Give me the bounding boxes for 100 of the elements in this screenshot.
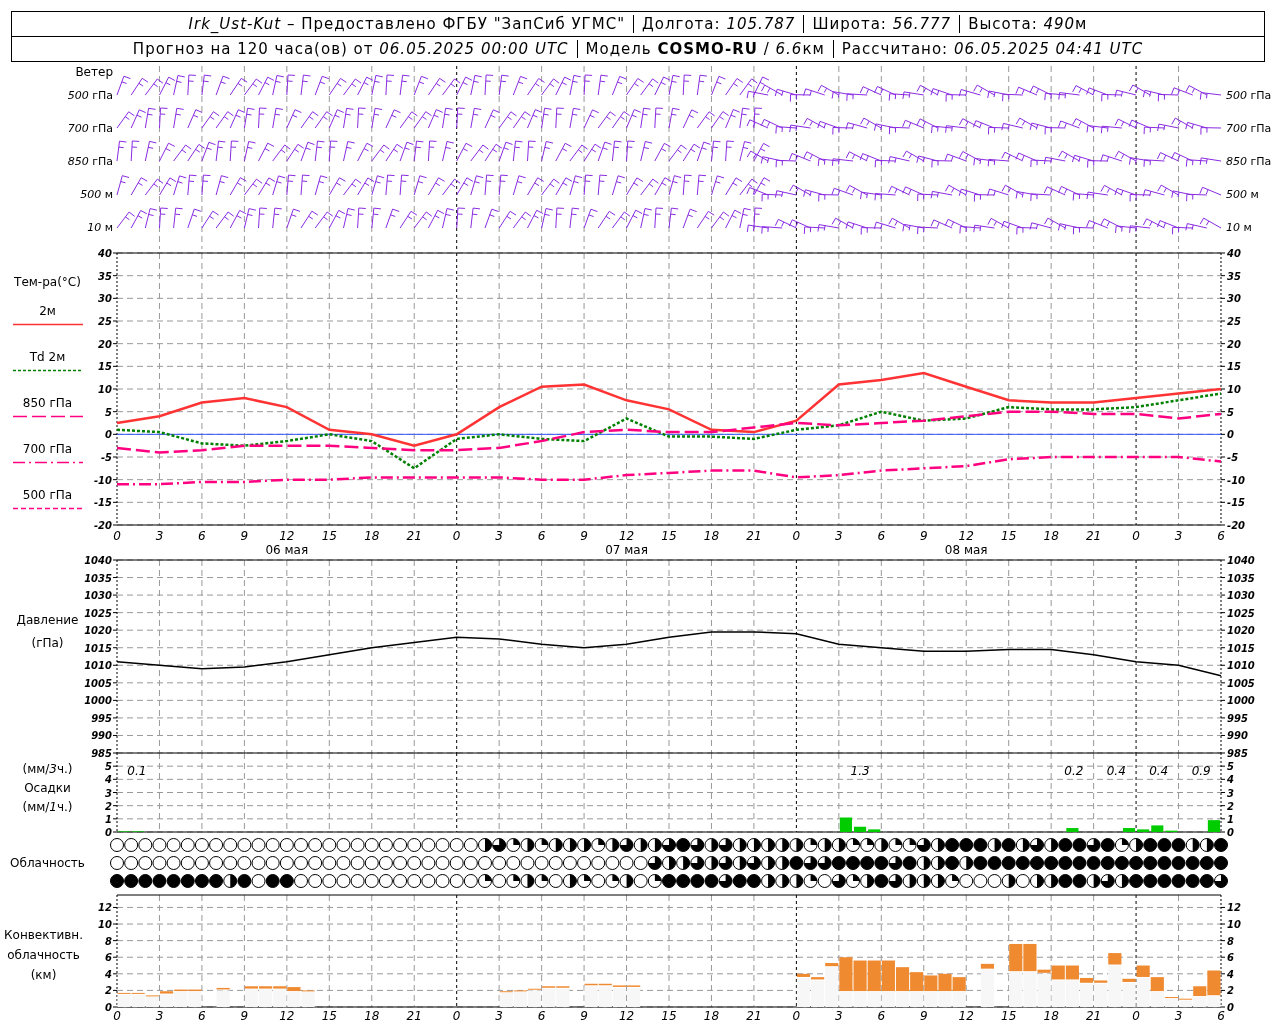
hour-label: 3	[835, 1009, 843, 1023]
axis-tick-label: 1010	[1227, 660, 1255, 672]
hour-label: 9	[240, 529, 249, 543]
date-label: 07 мая	[605, 543, 648, 557]
axis-tick-label: -5	[1227, 452, 1239, 463]
axis-tick-label: 1035	[1227, 572, 1255, 584]
axis-tick-label: -20	[1227, 520, 1246, 531]
axis-tick-label: -20	[93, 520, 112, 531]
axis-tick-label: 10	[98, 919, 112, 931]
axis-tick-label: 1	[1227, 813, 1234, 825]
header-field: Высота: 490м	[959, 15, 1096, 33]
hour-label: 3	[1174, 1009, 1183, 1023]
axis-tick-label: 3	[1227, 787, 1234, 799]
hour-label: 12	[958, 529, 974, 543]
hour-label: 3	[1174, 529, 1183, 543]
axis-tick-label: 2	[1227, 985, 1234, 997]
axis-tick-label: 4	[1227, 968, 1234, 980]
hour-label: 15	[661, 529, 677, 543]
hour-label: 3	[495, 529, 503, 543]
precipitation-total: 0.9	[1191, 764, 1211, 779]
hour-label: 6	[198, 1009, 206, 1023]
hour-label: 18	[703, 529, 720, 543]
level-label: 10 м	[1226, 220, 1253, 236]
axis-tick-label: 1040	[1227, 555, 1255, 566]
hour-label: 21	[1085, 1009, 1102, 1023]
axis-tick-label: 0	[105, 1002, 112, 1013]
axis-tick-label: 8	[1227, 935, 1234, 947]
hour-label: 6	[877, 1009, 886, 1023]
axis-tick-label: 5	[1227, 406, 1234, 418]
axis-tick-label: 1	[105, 813, 112, 825]
hour-label: 6	[1217, 1009, 1225, 1023]
wind-title: Ветер	[75, 66, 113, 79]
hour-label: 3	[835, 529, 843, 543]
axis-tick-label: -15	[93, 497, 112, 509]
axis-tick-label: 4	[1227, 774, 1234, 786]
axis-tick-label: 0	[1227, 827, 1234, 838]
axis-tick-label: 1025	[84, 607, 112, 619]
axis-tick-label: 35	[1227, 270, 1241, 282]
level-label: 700 гПа	[67, 121, 113, 137]
axis-tick-label: 40	[1227, 248, 1241, 259]
axis-tick-label: 25	[1227, 316, 1241, 327]
axis-tick-label: 990	[91, 730, 112, 742]
header-field: Модель COSMO-RU / 6.6км	[576, 40, 833, 58]
axis-tick-label: 2	[105, 985, 112, 997]
date-label: 06 мая	[265, 543, 309, 557]
level-label: 700 гПа	[1226, 121, 1273, 137]
header-field: Irk_Ust-Kut – Предоставлено ФГБУ "ЗапСиб УГМС"	[180, 15, 634, 33]
hour-label: 9	[580, 529, 588, 543]
hour-label: 0	[113, 1009, 121, 1023]
axis-tick-label: 1005	[84, 677, 112, 689]
hour-label: 15	[1001, 1009, 1017, 1023]
axis-tick-label: 0	[1227, 1002, 1234, 1013]
level-label: 850 гПа	[67, 154, 113, 170]
hour-label: 0	[452, 1009, 461, 1023]
date-label: 08 мая	[944, 543, 988, 557]
legend-label: 700 гПа	[22, 442, 73, 456]
precipitation-total: 0.4	[1106, 764, 1126, 779]
header-field: Долгота: 105.787	[633, 15, 804, 33]
hour-label: 6	[1217, 529, 1225, 543]
axis-tick-label: 8	[105, 935, 112, 947]
axis-tick-label: 995	[1227, 712, 1248, 724]
hour-label: 0	[1132, 529, 1140, 543]
axis-tick-label: 1030	[1227, 590, 1255, 602]
hour-label: 0	[113, 529, 121, 543]
axis-tick-label: 0	[1227, 429, 1234, 441]
axis-tick-label: 15	[98, 361, 112, 373]
legend-label: 850 гПа	[22, 396, 73, 410]
hour-label: 9	[580, 1009, 588, 1023]
axis-tick-label: 1005	[1227, 677, 1255, 689]
temperature-title: Тем-ра(°C)	[14, 275, 81, 289]
hour-label: 18	[703, 1009, 720, 1023]
precipitation-title: Осадки	[24, 780, 71, 797]
axis-tick-label: 5	[105, 406, 112, 418]
axis-tick-label: 25	[98, 316, 112, 327]
precipitation-total: 0.2	[1064, 764, 1084, 779]
level-label: 850 гПа	[1226, 154, 1273, 170]
hour-label: 12	[279, 529, 295, 543]
axis-tick-label: 1010	[84, 660, 112, 672]
axis-tick-label: -5	[100, 452, 112, 463]
level-label: 10 м	[87, 220, 113, 236]
axis-tick-label: 10	[98, 384, 112, 395]
axis-tick-label: -10	[93, 474, 112, 486]
axis-tick-label: 12	[98, 902, 112, 914]
axis-tick-label: 995	[91, 712, 112, 724]
hour-label: 6	[198, 529, 206, 543]
legend-label: 500 гПа	[22, 488, 73, 502]
axis-tick-label: 1020	[1227, 625, 1255, 637]
precipitation-total: 0.4	[1149, 764, 1169, 779]
hour-label: 15	[321, 1009, 337, 1023]
precipitation-total: 0.1	[127, 764, 147, 779]
hour-label: 0	[1132, 1009, 1140, 1023]
hour-label: 0	[792, 529, 801, 543]
axis-tick-label: 30	[1227, 293, 1241, 305]
axis-tick-label: 12	[1227, 902, 1241, 914]
header-field: Рассчитано: 06.05.2025 04:41 UTC	[832, 40, 1152, 58]
axis-tick-label: 20	[98, 338, 112, 350]
hour-label: 3	[155, 529, 164, 543]
hour-label: 0	[452, 529, 461, 543]
axis-tick-label: 1035	[84, 572, 112, 584]
axis-tick-label: 2	[1227, 800, 1234, 812]
